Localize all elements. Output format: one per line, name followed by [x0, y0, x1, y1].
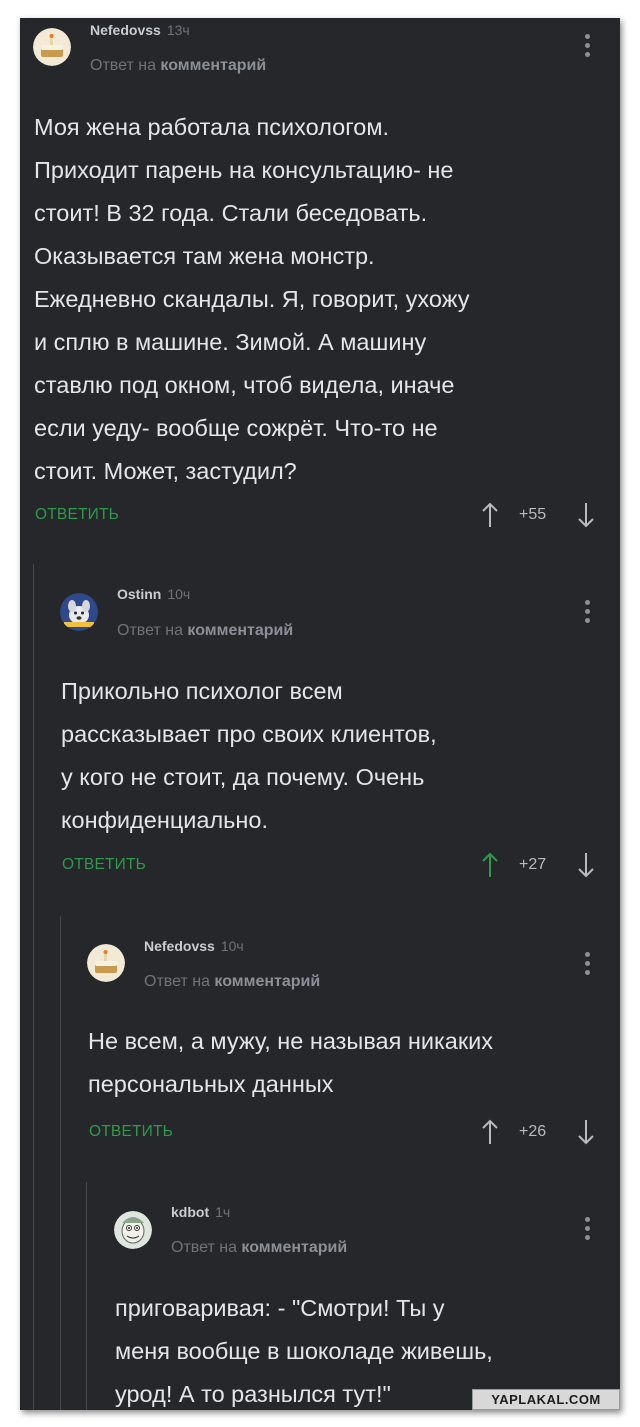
- cake-avatar-icon: [33, 28, 71, 66]
- downvote-arrow-icon[interactable]: [576, 850, 596, 880]
- upvote-arrow-icon[interactable]: [480, 500, 500, 530]
- reply-to-line: Ответ на комментарий: [117, 622, 293, 640]
- more-options-icon[interactable]: [585, 952, 591, 978]
- vote-controls: +55: [480, 500, 600, 530]
- reply-target-link[interactable]: комментарий: [160, 57, 266, 74]
- cartoon-avatar-icon: [114, 1211, 152, 1249]
- downvote-arrow-icon[interactable]: [576, 500, 596, 530]
- comment-line: если уеду- вообще сожрёт. Что-то не: [34, 415, 438, 441]
- upvote-arrow-icon[interactable]: [480, 850, 500, 880]
- comment-body: Прикольно психолог всем рассказывает про…: [61, 670, 437, 842]
- vote-score: +55: [519, 506, 547, 523]
- comment-line: Приходит парень на консультацию- не: [34, 157, 454, 183]
- reply-button[interactable]: ОТВЕТИТЬ: [35, 506, 119, 524]
- comment-line: Оказывается там жена монстр.: [34, 243, 375, 269]
- thread-line: [60, 916, 61, 1410]
- author-name[interactable]: kdbot: [171, 1204, 209, 1220]
- reply-target-link[interactable]: комментарий: [214, 973, 320, 990]
- avatar[interactable]: [87, 944, 125, 982]
- comments-feed: Nefedovss 13ч Ответ на комментарий Моя же…: [20, 18, 620, 1410]
- reply-button[interactable]: ОТВЕТИТЬ: [89, 1123, 173, 1141]
- comment-time: 10ч: [167, 586, 191, 602]
- watermark-logo: YAPLAKAL.COM: [472, 1389, 620, 1410]
- comment-time: 10ч: [220, 938, 244, 954]
- comment-line: Ежедневно скандалы. Я, говорит, ухожу: [34, 286, 470, 312]
- comment-line: Моя жена работала психологом.: [34, 114, 390, 140]
- reply-prefix: Ответ на: [117, 622, 183, 639]
- author-name[interactable]: Nefedovss: [144, 938, 215, 954]
- reply-to-line: Ответ на комментарий: [90, 57, 266, 75]
- comment-line: меня вообще в шоколаде живешь,: [115, 1338, 493, 1364]
- reply-target-link[interactable]: комментарий: [187, 622, 293, 639]
- vote-controls: +27: [480, 850, 600, 880]
- comment-line: стоит. Может, застудил?: [34, 458, 297, 484]
- author-name[interactable]: Nefedovss: [90, 22, 161, 38]
- more-options-icon[interactable]: [585, 1217, 591, 1243]
- more-options-icon[interactable]: [585, 34, 591, 60]
- comment-time: 1ч: [215, 1204, 231, 1220]
- more-options-icon[interactable]: [585, 600, 591, 626]
- author-name[interactable]: Ostinn: [117, 586, 161, 602]
- comment-time: 13ч: [166, 22, 190, 38]
- thread-line: [86, 1182, 87, 1410]
- comment-line: Прикольно психолог всем: [61, 678, 343, 704]
- comment-line: у кого не стоит, да почему. Очень: [61, 764, 425, 790]
- avatar[interactable]: [114, 1211, 152, 1249]
- comment-line: стоит! В 32 года. Стали беседовать.: [34, 200, 428, 226]
- reply-target-link[interactable]: комментарий: [241, 1239, 347, 1256]
- reply-to-line: Ответ на комментарий: [144, 973, 320, 991]
- reply-button[interactable]: ОТВЕТИТЬ: [62, 856, 146, 874]
- comment-line: урод! А то разнылся тут!": [115, 1381, 391, 1407]
- reply-to-line: Ответ на комментарий: [171, 1239, 347, 1257]
- comment-body: Моя жена работала психологом. Приходит п…: [34, 106, 469, 493]
- comment-author[interactable]: Nefedovss 13ч: [90, 22, 190, 38]
- vote-score: +27: [519, 856, 547, 873]
- vote-score: +26: [519, 1123, 547, 1140]
- upvote-arrow-icon[interactable]: [480, 1117, 500, 1147]
- dog-avatar-icon: [60, 593, 98, 631]
- vote-controls: +26: [480, 1117, 600, 1147]
- reply-prefix: Ответ на: [90, 57, 156, 74]
- reply-prefix: Ответ на: [171, 1239, 237, 1256]
- cake-avatar-icon: [87, 944, 125, 982]
- avatar[interactable]: [33, 28, 71, 66]
- comment-line: персональных данных: [88, 1071, 334, 1097]
- comment-author[interactable]: Ostinn 10ч: [117, 586, 190, 602]
- comment-line: рассказывает про своих клиентов,: [61, 721, 437, 747]
- comment-author[interactable]: Nefedovss 10ч: [144, 938, 244, 954]
- comment-author[interactable]: kdbot 1ч: [171, 1204, 230, 1220]
- comment-body: Не всем, а мужу, не называя никаких перс…: [88, 1020, 493, 1106]
- comment-line: приговаривая: - "Смотри! Ты у: [115, 1295, 445, 1321]
- thread-line: [33, 564, 34, 1410]
- comment-line: конфиденциально.: [61, 807, 269, 833]
- comment-body: приговаривая: - "Смотри! Ты у меня вообщ…: [115, 1287, 493, 1410]
- reply-prefix: Ответ на: [144, 973, 210, 990]
- avatar[interactable]: [60, 593, 98, 631]
- comment-line: ставлю под окном, чтоб видела, иначе: [34, 372, 455, 398]
- comment-line: Не всем, а мужу, не называя никаких: [88, 1028, 493, 1054]
- comment-line: и сплю в машине. Зимой. А машину: [34, 329, 427, 355]
- downvote-arrow-icon[interactable]: [576, 1117, 596, 1147]
